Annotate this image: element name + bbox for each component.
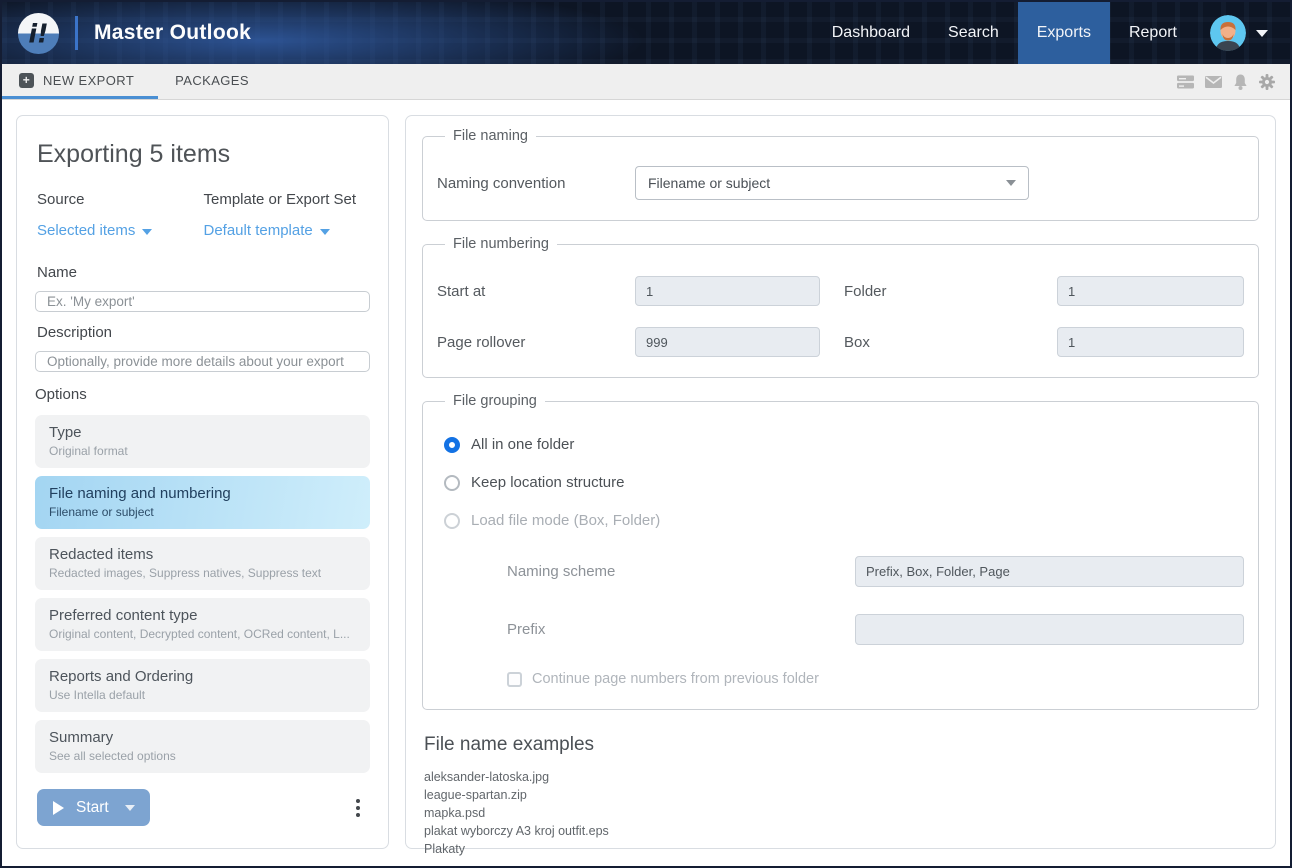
tab-label: NEW EXPORT bbox=[43, 73, 134, 88]
start-button[interactable]: Start bbox=[37, 789, 150, 826]
mail-icon[interactable] bbox=[1204, 73, 1223, 91]
nav-item-search[interactable]: Search bbox=[929, 2, 1018, 64]
tab-bar: + NEW EXPORT PACKAGES bbox=[2, 64, 1290, 100]
app-logo-icon: i! bbox=[16, 11, 61, 56]
radio-load-file-mode[interactable]: Load file mode (Box, Folder) bbox=[444, 512, 1244, 529]
continue-page-numbers-checkbox-row[interactable]: Continue page numbers from previous fold… bbox=[507, 671, 1244, 687]
chevron-down-icon bbox=[1006, 180, 1016, 186]
content-area: Exporting 5 items Source Template or Exp… bbox=[2, 100, 1290, 866]
option-type[interactable]: Type Original format bbox=[35, 415, 370, 468]
example-file: plakat wyborczy A3 kroj outfit.eps bbox=[424, 822, 1259, 840]
name-label: Name bbox=[37, 264, 370, 281]
option-file-naming[interactable]: File naming and numbering Filename or su… bbox=[35, 476, 370, 529]
tab-new-export[interactable]: + NEW EXPORT bbox=[2, 64, 158, 99]
example-file: aleksander-latoska.jpg bbox=[424, 768, 1259, 786]
case-title: Master Outlook bbox=[94, 21, 251, 45]
tab-label: PACKAGES bbox=[175, 73, 249, 88]
brand: i! Master Outlook bbox=[2, 2, 251, 64]
radio-icon[interactable] bbox=[444, 437, 460, 453]
start-at-input[interactable] bbox=[635, 276, 820, 306]
tab-packages[interactable]: PACKAGES bbox=[158, 64, 273, 99]
option-preferred-content[interactable]: Preferred content type Original content,… bbox=[35, 598, 370, 651]
page-rollover-input[interactable] bbox=[635, 327, 820, 357]
file-numbering-fieldset: File numbering Start at Folder Page roll… bbox=[422, 236, 1259, 378]
radio-all-in-one-folder[interactable]: All in one folder bbox=[444, 436, 1244, 453]
template-dropdown[interactable]: Default template bbox=[204, 222, 330, 239]
file-naming-settings-panel: File naming Naming convention Filename o… bbox=[405, 115, 1276, 849]
file-grouping-legend: File grouping bbox=[445, 393, 545, 409]
app-window: i! Master Outlook Dashboard Search Expor… bbox=[0, 0, 1292, 868]
page-title: Exporting 5 items bbox=[37, 140, 370, 169]
naming-scheme-label: Naming scheme bbox=[507, 563, 855, 580]
chevron-down-icon bbox=[142, 229, 152, 235]
plus-icon: + bbox=[19, 73, 34, 88]
option-redacted-items[interactable]: Redacted items Redacted images, Suppress… bbox=[35, 537, 370, 590]
navbar: i! Master Outlook Dashboard Search Expor… bbox=[2, 2, 1290, 64]
template-label: Template or Export Set bbox=[204, 191, 371, 208]
tabbar-actions bbox=[1176, 64, 1290, 99]
file-name-examples-list: aleksander-latoska.jpg league-spartan.zi… bbox=[422, 768, 1259, 858]
brand-divider bbox=[75, 16, 78, 50]
naming-convention-label: Naming convention bbox=[437, 175, 635, 192]
avatar[interactable] bbox=[1210, 15, 1246, 51]
prefix-label: Prefix bbox=[507, 621, 855, 638]
file-numbering-legend: File numbering bbox=[445, 236, 557, 252]
nav-item-dashboard[interactable]: Dashboard bbox=[813, 2, 929, 64]
start-at-label: Start at bbox=[437, 283, 635, 300]
file-name-examples-title: File name examples bbox=[424, 734, 1259, 756]
example-file: mapka.psd bbox=[424, 804, 1259, 822]
main-nav: Dashboard Search Exports Report bbox=[813, 2, 1196, 64]
user-caret-icon bbox=[1256, 30, 1268, 37]
option-reports-ordering[interactable]: Reports and Ordering Use Intella default bbox=[35, 659, 370, 712]
naming-convention-select[interactable]: Filename or subject bbox=[635, 166, 1029, 200]
example-file: Plakaty bbox=[424, 840, 1259, 858]
nav-item-exports[interactable]: Exports bbox=[1018, 2, 1110, 64]
source-label: Source bbox=[37, 191, 204, 208]
nav-item-report[interactable]: Report bbox=[1110, 2, 1196, 64]
more-options-button[interactable] bbox=[350, 795, 366, 821]
example-file: league-spartan.zip bbox=[424, 786, 1259, 804]
file-grouping-fieldset: File grouping All in one folder Keep loc… bbox=[422, 393, 1259, 710]
tasks-icon[interactable] bbox=[1176, 73, 1195, 91]
svg-text:i!: i! bbox=[28, 18, 48, 48]
source-dropdown[interactable]: Selected items bbox=[37, 222, 152, 239]
bell-icon[interactable] bbox=[1232, 73, 1249, 91]
naming-scheme-input[interactable] bbox=[855, 556, 1244, 587]
page-rollover-label: Page rollover bbox=[437, 334, 635, 351]
description-input[interactable] bbox=[35, 351, 370, 372]
options-list: Type Original format File naming and num… bbox=[35, 415, 370, 781]
radio-keep-location-structure[interactable]: Keep location structure bbox=[444, 474, 1244, 491]
folder-input[interactable] bbox=[1057, 276, 1244, 306]
checkbox-icon[interactable] bbox=[507, 672, 522, 687]
description-label: Description bbox=[37, 324, 370, 341]
prefix-input[interactable] bbox=[855, 614, 1244, 645]
user-menu[interactable] bbox=[1196, 2, 1290, 64]
chevron-down-icon bbox=[320, 229, 330, 235]
box-label: Box bbox=[820, 334, 1057, 351]
box-input[interactable] bbox=[1057, 327, 1244, 357]
option-summary[interactable]: Summary See all selected options bbox=[35, 720, 370, 773]
file-naming-legend: File naming bbox=[445, 128, 536, 144]
options-label: Options bbox=[35, 386, 370, 403]
gear-icon[interactable] bbox=[1258, 73, 1276, 91]
radio-icon[interactable] bbox=[444, 513, 460, 529]
export-summary-panel: Exporting 5 items Source Template or Exp… bbox=[16, 115, 389, 849]
start-caret-icon[interactable] bbox=[125, 805, 135, 811]
play-icon bbox=[53, 801, 64, 815]
radio-icon[interactable] bbox=[444, 475, 460, 491]
folder-label: Folder bbox=[820, 283, 1057, 300]
file-naming-fieldset: File naming Naming convention Filename o… bbox=[422, 128, 1259, 221]
name-input[interactable] bbox=[35, 291, 370, 312]
